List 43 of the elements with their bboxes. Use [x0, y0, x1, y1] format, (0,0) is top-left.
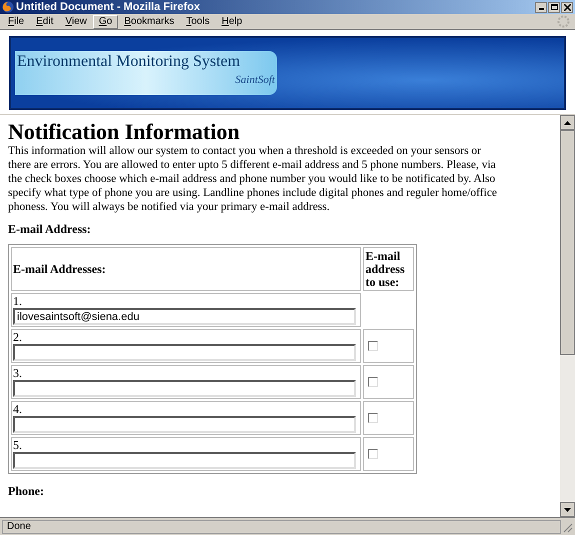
row-number: 1.: [13, 295, 22, 308]
status-text: Done: [2, 520, 561, 534]
menu-item[interactable]: View: [59, 14, 93, 28]
browser-logo-icon: [2, 1, 14, 13]
vertical-scrollbar[interactable]: [560, 115, 575, 517]
section-label: Phone:: [8, 483, 45, 500]
menu-item[interactable]: Go: [92, 14, 118, 28]
row-number: 5.: [13, 439, 22, 452]
scroll-down-button[interactable]: [560, 502, 575, 517]
throbber-icon: [557, 15, 570, 28]
email-input-field[interactable]: ilovesaintsoft@siena.edu: [13, 308, 356, 325]
resize-grip-icon: [561, 520, 573, 532]
row-number: 2.: [13, 331, 22, 344]
down-arrow-icon: [564, 508, 571, 512]
maximize-button[interactable]: [548, 2, 560, 12]
checkbox[interactable]: [368, 413, 378, 423]
page-heading: Notification Information: [8, 121, 241, 143]
checkbox[interactable]: [368, 341, 378, 351]
checkbox[interactable]: [368, 449, 378, 459]
email-input-field[interactable]: [13, 452, 356, 469]
checkbox[interactable]: [368, 377, 378, 387]
scroll-up-button[interactable]: [560, 115, 575, 130]
row-number: 4.: [13, 403, 22, 416]
email-input-field[interactable]: [13, 416, 356, 433]
email-input-field[interactable]: [13, 344, 356, 361]
intro-paragraph: This information will allow our system to contact you when a threshold is exceeded on your sensors or there are errors. You are allowed to enter upto 5 different e-mail address and 5 phone numbers. Please, via the check boxes choose which e-mail address and phone number you would like to be notificated by. Also specify what type of phone you are using. Landline phones include digital phones and reguler home/office phoness. You will always be notified via your primary e-mail address.: [8, 144, 498, 214]
column-header: E-mail address to use:: [363, 247, 414, 291]
banner-title: Environmental Monitoring System: [17, 52, 242, 72]
email-input-field[interactable]: [13, 380, 356, 397]
minimize-button[interactable]: [535, 2, 547, 12]
row-number: 3.: [13, 367, 22, 380]
up-arrow-icon: [564, 120, 571, 124]
window-title: Untitled Document - Mozilla Firefox: [16, 2, 200, 12]
banner-subtitle: SaintSoft: [235, 73, 275, 87]
menu-item[interactable]: Bookmarks: [118, 14, 180, 28]
menu-item[interactable]: Tools: [180, 14, 216, 28]
column-header: E-mail Addresses:: [11, 247, 362, 291]
menu-item[interactable]: File: [2, 14, 30, 28]
scrollbar-thumb[interactable]: [560, 130, 575, 355]
menu-item[interactable]: Edit: [30, 14, 60, 28]
menu-item[interactable]: Help: [216, 14, 248, 28]
close-button[interactable]: [561, 2, 573, 12]
section-label: E-mail Address:: [8, 221, 92, 238]
